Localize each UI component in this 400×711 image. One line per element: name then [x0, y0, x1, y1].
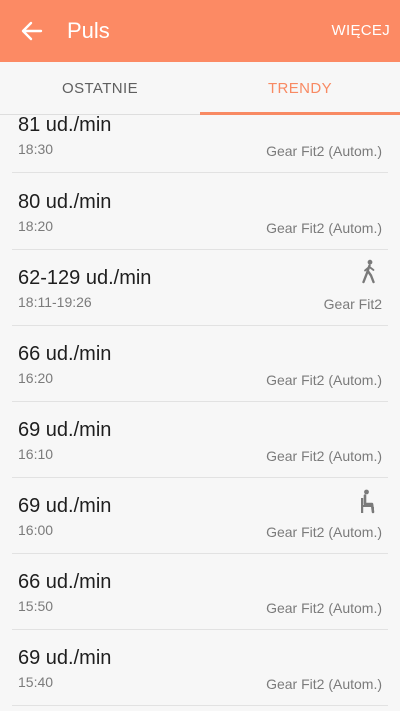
- walking-icon: [358, 259, 380, 285]
- heart-rate-value: 80 ud./min: [18, 191, 112, 213]
- measurement-time: 18:11-19:26: [18, 294, 92, 310]
- measurement-time: 16:20: [18, 370, 54, 386]
- measurement-source: Gear Fit2 (Autom.): [266, 600, 382, 616]
- measurement-source: Gear Fit2 (Autom.): [266, 524, 382, 540]
- measurement-source: Gear Fit2 (Autom.): [266, 220, 382, 236]
- list-item[interactable]: 66 ud./min 16:20 Gear Fit2 (Autom.): [0, 325, 400, 402]
- list-item[interactable]: 80 ud./min 18:20 Gear Fit2 (Autom.): [0, 173, 400, 250]
- sitting-icon: [358, 489, 380, 515]
- list-item[interactable]: 81 ud./min 18:30 Gear Fit2 (Autom.): [0, 115, 400, 173]
- tab-recent[interactable]: OSTATNIE: [0, 62, 200, 115]
- back-arrow-icon[interactable]: [12, 11, 52, 51]
- heart-rate-value: 69 ud./min: [18, 647, 112, 669]
- list-item[interactable]: 62-129 ud./min 18:11-19:26 Gear Fit2: [0, 249, 400, 326]
- measurement-time: 16:00: [18, 522, 54, 538]
- heart-rate-value: 69 ud./min: [18, 495, 112, 517]
- measurement-source: Gear Fit2: [323, 296, 382, 312]
- divider: [12, 705, 388, 706]
- measurement-time: 15:50: [18, 598, 54, 614]
- heart-rate-value: 69 ud./min: [18, 419, 112, 441]
- page-title: Puls: [67, 18, 110, 43]
- tab-trends[interactable]: TRENDY: [200, 62, 400, 115]
- measurement-source: Gear Fit2 (Autom.): [266, 143, 382, 159]
- measurement-time: 18:30: [18, 141, 54, 157]
- list-item[interactable]: 69 ud./min 16:10 Gear Fit2 (Autom.): [0, 401, 400, 478]
- measurement-source: Gear Fit2 (Autom.): [266, 676, 382, 692]
- measurement-time: 16:10: [18, 446, 54, 462]
- heart-rate-value: 81 ud./min: [18, 115, 112, 136]
- list-item[interactable]: 69 ud./min 16:00 Gear Fit2 (Autom.): [0, 477, 400, 554]
- heart-rate-value: 66 ud./min: [18, 571, 112, 593]
- heart-rate-value: 62-129 ud./min: [18, 267, 152, 289]
- measurement-time: 18:20: [18, 218, 54, 234]
- tab-bar: OSTATNIE TRENDY: [0, 62, 400, 115]
- heart-rate-list[interactable]: 81 ud./min 18:30 Gear Fit2 (Autom.) 80 u…: [0, 115, 400, 711]
- list-item[interactable]: 69 ud./min 15:40 Gear Fit2 (Autom.): [0, 629, 400, 706]
- list-item[interactable]: 66 ud./min 15:50 Gear Fit2 (Autom.): [0, 553, 400, 630]
- measurement-source: Gear Fit2 (Autom.): [266, 448, 382, 464]
- more-button[interactable]: WIĘCEJ: [332, 21, 390, 41]
- app-bar: Puls WIĘCEJ: [0, 0, 400, 62]
- heart-rate-value: 66 ud./min: [18, 343, 112, 365]
- measurement-source: Gear Fit2 (Autom.): [266, 372, 382, 388]
- measurement-time: 15:40: [18, 674, 54, 690]
